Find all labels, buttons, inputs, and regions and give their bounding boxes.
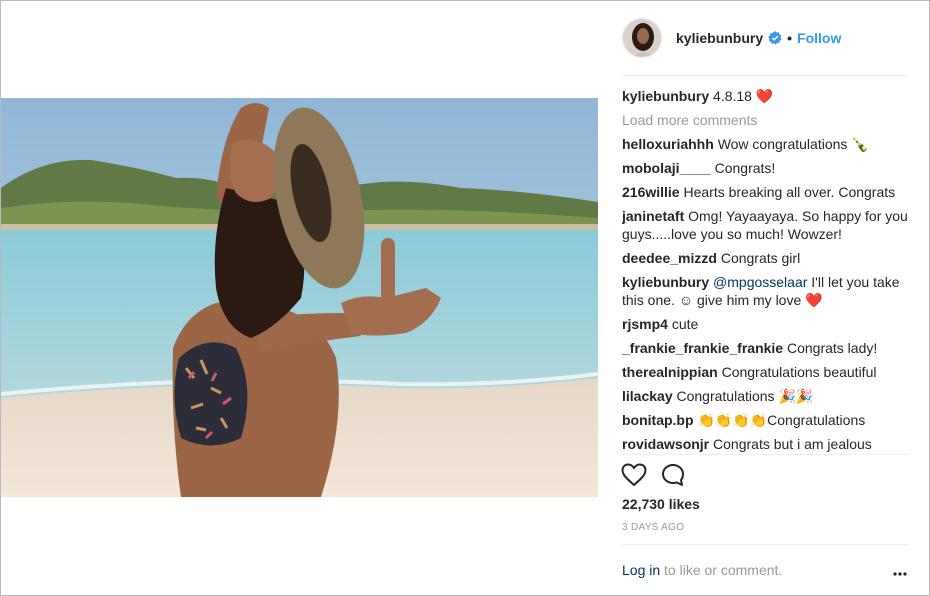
comment-username[interactable]: deedee_mizzd: [622, 250, 717, 266]
caption: kyliebunbury 4.8.18 ❤️: [622, 87, 914, 105]
login-prompt: Log in to like or comment.: [622, 562, 782, 578]
comment-username[interactable]: kyliebunbury: [622, 274, 709, 290]
comment-mention[interactable]: @mpgosselaar: [713, 274, 807, 290]
comment-item: _frankie_frankie_frankie Congrats lady!: [622, 339, 914, 357]
comment-item: rovidawsonjr Congrats but i am jealous: [622, 435, 914, 453]
comment-item: mobolaji____ Congrats!: [622, 159, 914, 177]
comment-text: Congrats but i am jealous: [713, 436, 872, 452]
load-more-comments-button[interactable]: Load more comments: [622, 111, 914, 129]
post-timestamp: 3 DAYS AGO: [622, 522, 685, 533]
login-prompt-text: to like or comment.: [660, 562, 783, 578]
comment-username[interactable]: janinetaft: [622, 208, 684, 224]
comment-username[interactable]: therealnippian: [622, 364, 718, 380]
post-header: kylie​bunbury • Follow: [622, 15, 841, 61]
caption-username[interactable]: kyliebunbury: [622, 88, 709, 104]
divider: [622, 75, 909, 76]
separator-dot: •: [787, 30, 793, 46]
comment-text: Congratulations 🎉🎉: [676, 388, 814, 404]
comment-username[interactable]: _frankie_frankie_frankie: [622, 340, 783, 356]
comment-item: kyliebunbury @mpgosselaar I'll let you t…: [622, 273, 914, 309]
follow-button[interactable]: Follow: [797, 30, 841, 46]
beach-photo: [1, 98, 598, 497]
login-link[interactable]: Log in: [622, 562, 660, 578]
comment-username[interactable]: 216willie: [622, 184, 680, 200]
comment-text: Congrats girl: [720, 250, 801, 266]
comment-item: janinetaft Omg! Yayaayaya. So happy for …: [622, 207, 914, 243]
divider: [622, 454, 909, 455]
comment-item: therealnippian Congratulations beautiful: [622, 363, 914, 381]
comment-text: cute: [671, 316, 699, 332]
comment-username[interactable]: rjsmp4: [622, 316, 668, 332]
comment-item: bonitap.bp 👏👏👏👏Congratulations: [622, 411, 914, 429]
comment-username[interactable]: helloxuriahhh: [622, 136, 714, 152]
comment-text: Congratulations beautiful: [721, 364, 877, 380]
comment-item: 216willie Hearts breaking all over. Cong…: [622, 183, 914, 201]
comment-text: Wow congratulations 🍾: [717, 136, 869, 152]
comment-item: deedee_mizzd Congrats girl: [622, 249, 914, 267]
comment-text: Congrats!: [714, 160, 776, 176]
avatar-image: [623, 19, 661, 57]
comment-item: helloxuriahhh Wow congratulations 🍾: [622, 135, 914, 153]
comment-username[interactable]: lilackay: [622, 388, 673, 404]
comment-text: Congrats lady!: [786, 340, 878, 356]
comment-item: lilackay Congratulations 🎉🎉: [622, 387, 914, 405]
verified-badge-icon: [768, 31, 782, 45]
comment-icon[interactable]: [661, 463, 685, 490]
action-bar: [621, 463, 685, 490]
comment-text: 👏👏👏👏Congratulations: [697, 412, 866, 428]
avatar[interactable]: [622, 18, 662, 58]
divider: [622, 544, 909, 545]
comment-text: Hearts breaking all over. Congrats: [683, 184, 896, 200]
post-photo[interactable]: [1, 98, 598, 497]
heart-icon[interactable]: [621, 463, 647, 490]
post-window: kylie​bunbury • Follow kyliebunbury 4.8.…: [0, 0, 930, 596]
post-details-panel: kylie​bunbury • Follow kyliebunbury 4.8.…: [599, 1, 930, 596]
comment-username[interactable]: bonitap.bp: [622, 412, 694, 428]
more-options-icon[interactable]: [893, 563, 907, 579]
caption-text: 4.8.18 ❤️: [713, 88, 774, 104]
comment-username[interactable]: mobolaji____: [622, 160, 711, 176]
comment-username[interactable]: rovidawsonjr: [622, 436, 709, 452]
post-username[interactable]: kylie​bunbury: [676, 30, 763, 46]
comments-list[interactable]: kyliebunbury 4.8.18 ❤️ Load more comment…: [622, 87, 914, 454]
comment-item: rjsmp4 cute: [622, 315, 914, 333]
likes-count[interactable]: 22,730 likes: [622, 496, 700, 512]
